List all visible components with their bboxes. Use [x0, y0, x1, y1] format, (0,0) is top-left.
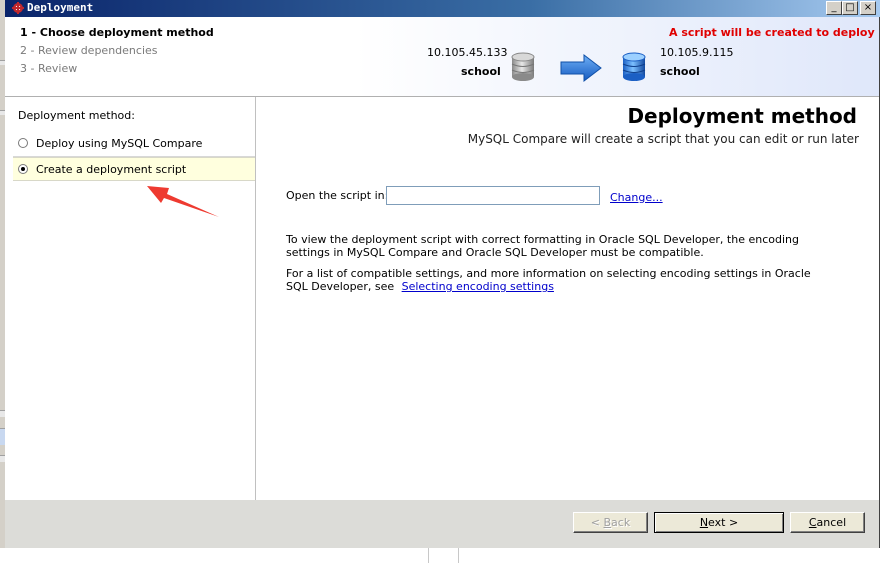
open-script-input[interactable]: [386, 186, 600, 205]
background-desktop: [0, 548, 880, 563]
deployment-method-panel: Deployment method: Deploy using MySQL Co…: [5, 97, 256, 500]
option-create-script-label: Create a deployment script: [36, 163, 187, 176]
target-database: school: [660, 65, 700, 78]
app-logo-icon: [12, 2, 24, 14]
source-host: 10.105.45.133: [427, 46, 508, 59]
page-title: Deployment method: [627, 104, 857, 128]
radio-create-script[interactable]: [18, 164, 28, 174]
target-host: 10.105.9.115: [660, 46, 734, 59]
main-content: Deployment method MySQL Compare will cre…: [256, 97, 879, 500]
option-deploy-mysql-compare[interactable]: Deploy using MySQL Compare: [13, 132, 255, 156]
window-title: Deployment: [27, 1, 94, 14]
step-choose-method: 1 - Choose deployment method: [20, 26, 214, 39]
back-button-accel: B: [603, 516, 612, 529]
next-button-accel: N: [699, 516, 709, 529]
source-database-icon: [511, 52, 535, 81]
encoding-info-text: To view the deployment script with corre…: [286, 233, 799, 259]
back-button[interactable]: < Back: [573, 512, 648, 533]
wizard-footer: < Back Next > Cancel: [5, 500, 879, 548]
back-button-rest: ack: [611, 516, 631, 529]
wizard-header: 1 - Choose deployment method 2 - Review …: [5, 17, 879, 97]
radio-deploy-mysql-compare[interactable]: [18, 138, 28, 148]
next-button-rest: ext >: [708, 516, 739, 529]
cancel-button-rest: ancel: [816, 516, 847, 529]
encoding-help-text: For a list of compatible settings, and m…: [286, 267, 831, 293]
title-bar[interactable]: Deployment _ □ ×: [5, 0, 880, 17]
next-button[interactable]: Next >: [654, 512, 784, 533]
cancel-button-accel: C: [808, 516, 817, 529]
target-database-icon: [622, 52, 646, 81]
close-icon: ×: [863, 2, 873, 13]
option-deploy-mysql-compare-label: Deploy using MySQL Compare: [36, 137, 203, 150]
minimize-icon: _: [831, 2, 837, 13]
maximize-button[interactable]: □: [842, 1, 858, 15]
close-button[interactable]: ×: [860, 1, 876, 15]
script-warning: A script will be created to deploy: [669, 26, 875, 39]
deployment-dialog: Deployment _ □ × 1 - Choose deployment m…: [5, 0, 880, 548]
deployment-method-label: Deployment method:: [18, 109, 135, 122]
minimize-button[interactable]: _: [826, 1, 842, 15]
step-review-dependencies: 2 - Review dependencies: [20, 44, 158, 57]
page-subtitle: MySQL Compare will create a script that …: [467, 132, 859, 146]
cancel-button[interactable]: Cancel: [790, 512, 865, 533]
annotation-red-arrow-icon: [147, 186, 219, 217]
maximize-icon: □: [845, 2, 855, 13]
change-link[interactable]: Change...: [610, 191, 663, 204]
back-button-prefix: <: [590, 516, 604, 529]
option-create-script[interactable]: Create a deployment script: [13, 157, 255, 181]
open-script-label: Open the script in:: [286, 189, 389, 202]
selecting-encoding-settings-link[interactable]: Selecting encoding settings: [402, 280, 554, 293]
step-review: 3 - Review: [20, 62, 78, 75]
source-database: school: [461, 65, 501, 78]
deploy-direction-arrow-icon: [560, 54, 602, 82]
